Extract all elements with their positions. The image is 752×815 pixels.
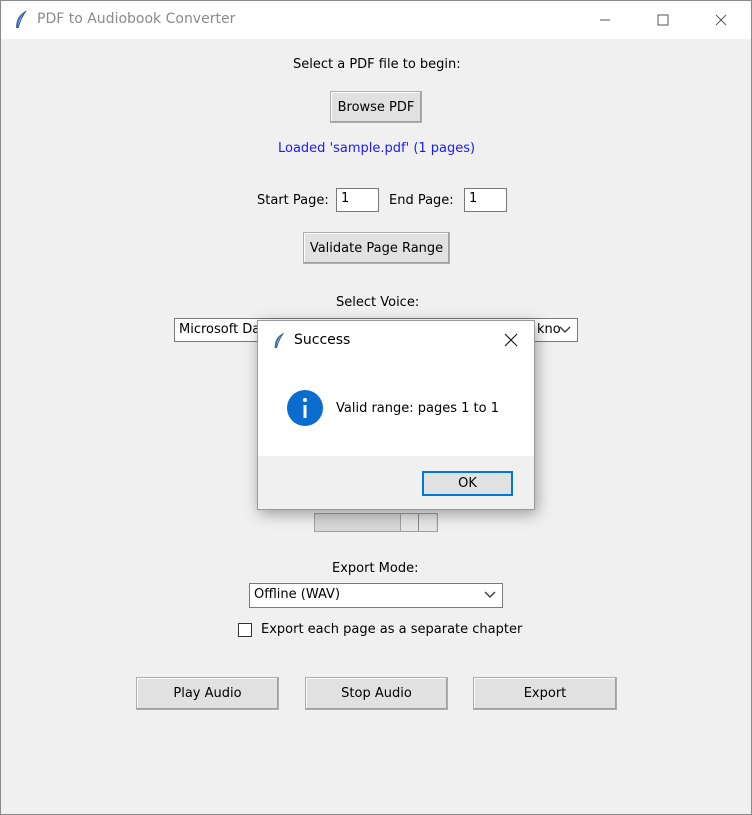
chevron-down-icon [484,591,496,598]
export-mode-label: Export Mode: [332,561,419,576]
chapter-checkbox[interactable] [238,623,252,637]
maximize-icon [657,14,669,26]
feather-icon [16,10,27,29]
chevron-down-icon [559,326,571,333]
close-icon[interactable] [502,331,520,349]
app-window: PDF to Audiobook Converter Select a PDF … [0,0,752,815]
validate-range-button[interactable]: Validate Page Range [303,232,450,264]
chapter-checkbox-label: Export each page as a separate chapter [261,622,523,637]
select-pdf-prompt: Select a PDF file to begin: [293,57,461,72]
dialog-message: Valid range: pages 1 to 1 [336,401,500,416]
info-icon [287,390,323,426]
play-audio-button[interactable]: Play Audio [136,677,279,710]
browse-pdf-button[interactable]: Browse PDF [330,91,422,123]
voice-select-value: Microsoft Da [179,322,261,337]
ok-button[interactable]: OK [422,471,513,496]
slider-thumb[interactable] [400,514,436,531]
title-bar[interactable]: PDF to Audiobook Converter [1,1,751,39]
loaded-status: Loaded 'sample.pdf' (1 pages) [278,141,476,156]
start-page-label: Start Page: [257,193,329,208]
stop-audio-button[interactable]: Stop Audio [305,677,448,710]
end-page-input[interactable]: 1 [464,188,507,212]
maximize-button[interactable] [634,1,692,39]
close-button[interactable] [692,1,750,39]
end-page-label: End Page: [389,193,454,208]
minimize-button[interactable] [576,1,634,39]
start-page-input[interactable]: 1 [336,188,379,212]
feather-icon [274,332,284,349]
select-voice-label: Select Voice: [336,295,420,310]
minimize-icon [600,19,610,21]
success-dialog: Success Valid range: pages 1 to 1 OK [257,320,535,510]
slider-grip [418,514,419,531]
speed-slider[interactable] [314,513,438,532]
window-title: PDF to Audiobook Converter [37,11,236,27]
export-mode-value: Offline (WAV) [254,587,341,602]
close-icon [715,14,727,26]
export-mode-select[interactable]: Offline (WAV) [249,583,503,608]
export-button[interactable]: Export [473,677,617,710]
dialog-title: Success [294,332,351,348]
